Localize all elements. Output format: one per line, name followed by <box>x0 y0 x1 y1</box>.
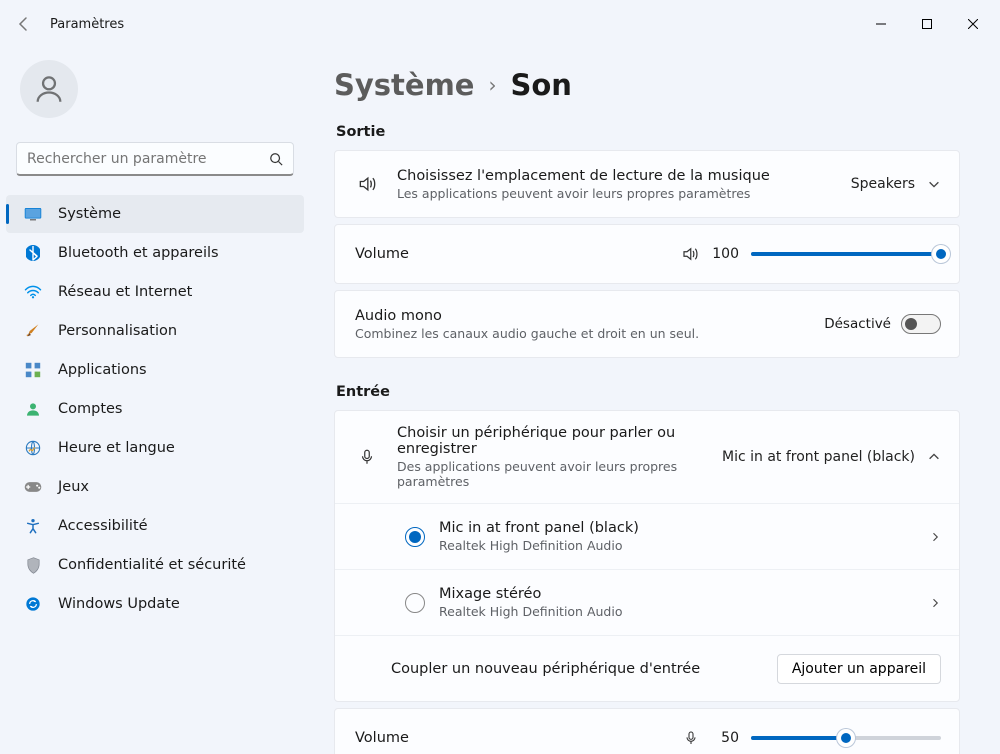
globe-icon <box>22 437 44 459</box>
input-device-card: Choisir un périphérique pour parler ou e… <box>334 410 960 702</box>
input-volume-value: 50 <box>711 730 739 746</box>
chevron-right-icon: › <box>488 73 496 97</box>
apps-icon <box>22 359 44 381</box>
nav-item-label: Applications <box>58 362 147 378</box>
maximize-button[interactable] <box>904 8 950 40</box>
input-option-0-name: Mic in at front panel (black) <box>439 520 929 536</box>
avatar[interactable] <box>20 60 78 118</box>
brush-icon <box>22 320 44 342</box>
nav-item-label: Comptes <box>58 401 123 417</box>
nav-item-person[interactable]: Comptes <box>6 390 304 428</box>
breadcrumb: Système › Son <box>334 68 960 102</box>
nav-item-label: Windows Update <box>58 596 180 612</box>
input-option-1[interactable]: Mixage stéréo Realtek High Definition Au… <box>335 569 959 635</box>
mono-title: Audio mono <box>355 308 824 324</box>
mono-state-label: Désactivé <box>824 316 891 332</box>
input-device-value: Mic in at front panel (black) <box>722 449 927 465</box>
mono-toggle[interactable] <box>901 314 941 334</box>
input-device-title: Choisir un périphérique pour parler ou e… <box>397 425 722 457</box>
nav-item-label: Heure et langue <box>58 440 175 456</box>
minimize-button[interactable] <box>858 8 904 40</box>
update-icon <box>22 593 44 615</box>
search-field[interactable] <box>27 151 269 167</box>
nav-item-system[interactable]: Système <box>6 195 304 233</box>
back-button[interactable] <box>4 4 44 44</box>
nav-item-accessibility[interactable]: Accessibilité <box>6 507 304 545</box>
mic-icon[interactable] <box>683 730 699 746</box>
nav-item-game[interactable]: Jeux <box>6 468 304 506</box>
nav-item-shield[interactable]: Confidentialité et sécurité <box>6 546 304 584</box>
pair-label: Coupler un nouveau périphérique d'entrée <box>391 661 777 677</box>
breadcrumb-current: Son <box>510 68 571 102</box>
output-device-value: Speakers <box>851 176 927 192</box>
person-icon <box>22 398 44 420</box>
output-volume-slider[interactable] <box>751 252 941 256</box>
nav-item-wifi[interactable]: Réseau et Internet <box>6 273 304 311</box>
nav-item-label: Confidentialité et sécurité <box>58 557 246 573</box>
input-option-1-name: Mixage stéréo <box>439 586 929 602</box>
input-volume-label: Volume <box>353 730 683 746</box>
chevron-right-icon[interactable] <box>929 597 941 609</box>
output-volume-value: 100 <box>711 246 739 262</box>
input-option-0[interactable]: Mic in at front panel (black) Realtek Hi… <box>335 503 959 569</box>
search-input[interactable] <box>16 142 294 176</box>
input-volume-slider[interactable] <box>751 736 941 740</box>
shield-icon <box>22 554 44 576</box>
input-device-sub: Des applications peuvent avoir leurs pro… <box>397 459 722 489</box>
main-content: Système › Son Sortie Choisissez l'emplac… <box>310 48 1000 754</box>
output-volume-label: Volume <box>353 246 681 262</box>
mono-sub: Combinez les canaux audio gauche et droi… <box>355 326 824 341</box>
wifi-icon <box>22 281 44 303</box>
mic-icon <box>353 448 381 466</box>
chevron-down-icon[interactable] <box>927 177 941 191</box>
nav-item-label: Système <box>58 206 121 222</box>
nav-item-label: Réseau et Internet <box>58 284 192 300</box>
output-volume-card: Volume 100 <box>334 224 960 284</box>
sidebar: Système Bluetooth et appareils Réseau et I… <box>0 48 310 754</box>
breadcrumb-parent[interactable]: Système <box>334 68 474 102</box>
game-icon <box>22 476 44 498</box>
output-device-sub: Les applications peuvent avoir leurs pro… <box>397 186 851 201</box>
output-section-label: Sortie <box>336 124 960 140</box>
nav-item-label: Jeux <box>58 479 89 495</box>
input-option-1-driver: Realtek High Definition Audio <box>439 604 929 619</box>
speaker-icon <box>353 174 381 194</box>
input-volume-card: Volume 50 <box>334 708 960 754</box>
window-title: Paramètres <box>44 17 124 32</box>
nav-item-bluetooth[interactable]: Bluetooth et appareils <box>6 234 304 272</box>
radio-unselected[interactable] <box>405 593 425 613</box>
input-option-0-driver: Realtek High Definition Audio <box>439 538 929 553</box>
nav-item-apps[interactable]: Applications <box>6 351 304 389</box>
chevron-right-icon[interactable] <box>929 531 941 543</box>
output-device-card[interactable]: Choisissez l'emplacement de lecture de l… <box>334 150 960 218</box>
close-button[interactable] <box>950 8 996 40</box>
nav-item-label: Accessibilité <box>58 518 148 534</box>
accessibility-icon <box>22 515 44 537</box>
radio-selected[interactable] <box>405 527 425 547</box>
nav-item-update[interactable]: Windows Update <box>6 585 304 623</box>
pair-device-row: Coupler un nouveau périphérique d'entrée… <box>335 635 959 701</box>
mono-audio-card: Audio mono Combinez les canaux audio gau… <box>334 290 960 358</box>
system-icon <box>22 203 44 225</box>
nav-item-brush[interactable]: Personnalisation <box>6 312 304 350</box>
output-device-title: Choisissez l'emplacement de lecture de l… <box>397 168 851 184</box>
nav-list: Système Bluetooth et appareils Réseau et I… <box>0 194 310 624</box>
bluetooth-icon <box>22 242 44 264</box>
nav-item-label: Bluetooth et appareils <box>58 245 219 261</box>
nav-item-label: Personnalisation <box>58 323 177 339</box>
input-section-label: Entrée <box>336 384 960 400</box>
nav-item-globe[interactable]: Heure et langue <box>6 429 304 467</box>
titlebar: Paramètres <box>0 0 1000 48</box>
volume-icon[interactable] <box>681 245 699 263</box>
input-device-row[interactable]: Choisir un périphérique pour parler ou e… <box>335 411 959 503</box>
add-device-button[interactable]: Ajouter un appareil <box>777 654 941 684</box>
chevron-up-icon[interactable] <box>927 450 941 464</box>
search-icon <box>269 152 283 166</box>
